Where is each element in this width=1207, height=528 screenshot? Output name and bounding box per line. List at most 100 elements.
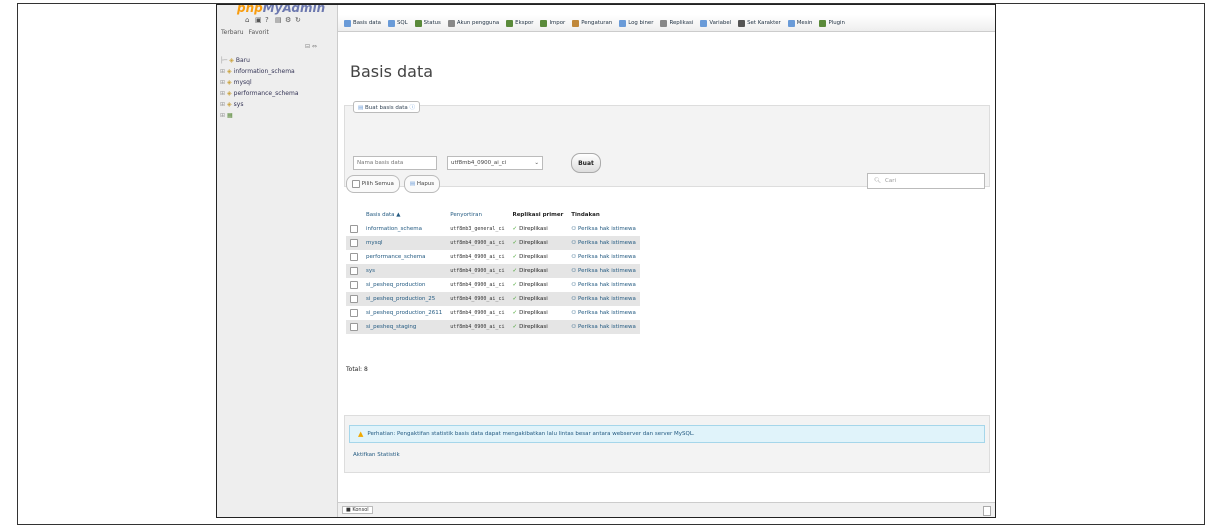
tab-recent[interactable]: Terbaru: [221, 29, 244, 36]
check-privileges-link[interactable]: ⚇ Periksa hak istimewa: [571, 310, 636, 316]
reload-icon[interactable]: ↻: [295, 17, 302, 24]
row-checkbox[interactable]: [350, 225, 358, 233]
search-input[interactable]: 🔍︎ Cari: [867, 173, 985, 189]
database-name-link[interactable]: si_pesheq_production: [366, 282, 426, 288]
tab-status[interactable]: Status: [414, 19, 441, 27]
settings-icon[interactable]: ⚙: [285, 17, 292, 24]
expand-icon[interactable]: ⊞: [220, 112, 225, 119]
column-header-database[interactable]: Basis data ▲: [362, 208, 447, 222]
tab-label: Impor: [549, 20, 566, 26]
expand-icon[interactable]: ⊞: [220, 68, 225, 75]
tree-item-information-schema[interactable]: ⊞ ◈ information_schema: [220, 66, 299, 77]
tab-favorites[interactable]: Favorit: [249, 29, 269, 36]
tab-binary-log[interactable]: Log biner: [619, 19, 654, 27]
tree-item-performance-schema[interactable]: ⊞ ◈ performance_schema: [220, 88, 299, 99]
check-privileges-link[interactable]: ⚇ Periksa hak istimewa: [571, 282, 636, 288]
phpmyadmin-logo[interactable]: phpMyAdmin: [237, 5, 325, 15]
row-checkbox[interactable]: [350, 323, 358, 331]
console-expand-icon[interactable]: [983, 506, 991, 516]
database-name-cell[interactable]: information_schema: [362, 222, 447, 236]
database-add-icon: ▤: [358, 105, 365, 111]
collation-cell: utf8mb3_general_ci: [446, 222, 509, 236]
logout-icon[interactable]: ▣: [255, 17, 262, 24]
database-name-link[interactable]: sys: [366, 268, 375, 274]
tab-import[interactable]: Impor: [540, 19, 566, 27]
check-privileges-link[interactable]: ⚇ Periksa hak istimewa: [571, 240, 636, 246]
collation-select[interactable]: utf8mb4_0900_ai_ci ⌄: [447, 156, 543, 170]
enable-statistics-link[interactable]: Aktifkan Statistik: [353, 452, 400, 458]
database-name-link[interactable]: mysql: [366, 240, 383, 246]
tab-databases[interactable]: Basis data: [344, 19, 381, 27]
replication-icon: [660, 19, 668, 27]
expand-icon[interactable]: ⊞: [220, 90, 225, 97]
tab-sql[interactable]: SQL: [387, 19, 408, 27]
expand-icon[interactable]: ⊞: [220, 79, 225, 86]
database-name-link[interactable]: si_pesheq_production_25: [366, 296, 435, 302]
check-privileges-link[interactable]: ⚇ Periksa hak istimewa: [571, 296, 636, 302]
database-name-input[interactable]: [353, 156, 437, 170]
tab-charsets[interactable]: Set Karakter: [738, 19, 781, 27]
database-name-cell[interactable]: performance_schema: [362, 250, 447, 264]
row-checkbox[interactable]: [350, 295, 358, 303]
database-name-cell[interactable]: si_pesheq_staging: [362, 320, 447, 334]
tab-label: Log biner: [628, 20, 654, 26]
home-icon[interactable]: ⌂: [245, 17, 252, 24]
column-header-collation[interactable]: Penyortiran: [446, 208, 509, 222]
tree-item-mysql[interactable]: ⊞ ◈ mysql: [220, 77, 299, 88]
total-count: Total: 8: [346, 366, 368, 373]
select-all-button[interactable]: Pilih Semua: [346, 175, 400, 193]
expand-icon[interactable]: ⊞: [220, 101, 225, 108]
row-checkbox-cell: [346, 264, 362, 278]
database-name-link[interactable]: information_schema: [366, 226, 422, 232]
collation-value: utf8mb4_0900_ai_ci: [450, 240, 505, 246]
row-checkbox[interactable]: [350, 239, 358, 247]
create-button[interactable]: Buat: [571, 153, 601, 173]
database-name-cell[interactable]: sys: [362, 264, 447, 278]
row-checkbox[interactable]: [350, 281, 358, 289]
collapse-all-icon[interactable]: ⊟ ⇔: [305, 43, 317, 50]
table-header-row: Basis data ▲ Penyortiran Replikasi prime…: [346, 208, 640, 222]
select-all-checkbox[interactable]: [352, 180, 360, 188]
row-checkbox[interactable]: [350, 253, 358, 261]
database-name-cell[interactable]: mysql: [362, 236, 447, 250]
database-name-cell[interactable]: si_pesheq_production_25: [362, 292, 447, 306]
top-menu-bar: Basis data SQL Status Akun pengguna Eksp…: [338, 15, 995, 32]
collation-cell: utf8mb4_0900_ai_ci: [446, 250, 509, 264]
database-name-link[interactable]: si_pesheq_production_2611: [366, 310, 442, 316]
database-name-cell[interactable]: si_pesheq_production: [362, 278, 447, 292]
console-toggle-button[interactable]: ■ Konsol: [342, 506, 373, 514]
privileges-icon: ⚇: [571, 254, 578, 260]
tree-item-group[interactable]: ⊞ ▦: [220, 110, 299, 121]
database-name-link[interactable]: si_pesheq_staging: [366, 324, 416, 330]
tab-user-accounts[interactable]: Akun pengguna: [447, 19, 499, 27]
sidebar-icon-row: ⌂ ▣ ? ▤ ⚙ ↻: [245, 17, 302, 24]
check-privileges-link[interactable]: ⚇ Periksa hak istimewa: [571, 324, 636, 330]
help-icon[interactable]: ⓘ: [408, 105, 415, 111]
collation-cell: utf8mb4_0900_ai_ci: [446, 278, 509, 292]
tab-settings[interactable]: Pengaturan: [572, 19, 612, 27]
tab-export[interactable]: Ekspor: [506, 19, 533, 27]
sql-docs-icon[interactable]: ▤: [275, 17, 282, 24]
tree-item-sys[interactable]: ⊞ ◈ sys: [220, 99, 299, 110]
check-privileges-link[interactable]: ⚇ Periksa hak istimewa: [571, 268, 636, 274]
statistics-panel: ▲ Perhatian: Pengaktifan statistik basis …: [344, 415, 990, 473]
row-checkbox[interactable]: [350, 267, 358, 275]
action-cell: ⚇ Periksa hak istimewa: [567, 236, 640, 250]
tree-item-new[interactable]: ├─ ◈ Baru: [220, 55, 299, 66]
tab-plugins[interactable]: Plugin: [819, 19, 845, 27]
tab-replication[interactable]: Replikasi: [660, 19, 693, 27]
tab-engines[interactable]: Mesin: [787, 19, 812, 27]
navigation-sidebar: phpMyAdmin ⌂ ▣ ? ▤ ⚙ ↻ Terbaru Favorit ⊟…: [217, 5, 338, 517]
database-table-body: information_schema utf8mb3_general_ci ✓ Dir…: [346, 222, 640, 334]
check-icon: ✓: [512, 282, 518, 288]
row-checkbox[interactable]: [350, 309, 358, 317]
check-privileges-link[interactable]: ⚇ Periksa hak istimewa: [571, 226, 636, 232]
database-icon: ◈: [227, 68, 232, 75]
check-privileges-link[interactable]: ⚇ Periksa hak istimewa: [571, 254, 636, 260]
database-name-link[interactable]: performance_schema: [366, 254, 425, 260]
create-database-legend: ▤ Buat basis data ⓘ: [353, 101, 420, 113]
drop-button[interactable]: ▤ Hapus: [403, 175, 441, 193]
tab-variables[interactable]: Variabel: [700, 19, 731, 27]
database-name-cell[interactable]: si_pesheq_production_2611: [362, 306, 447, 320]
docs-icon[interactable]: ?: [265, 17, 272, 24]
